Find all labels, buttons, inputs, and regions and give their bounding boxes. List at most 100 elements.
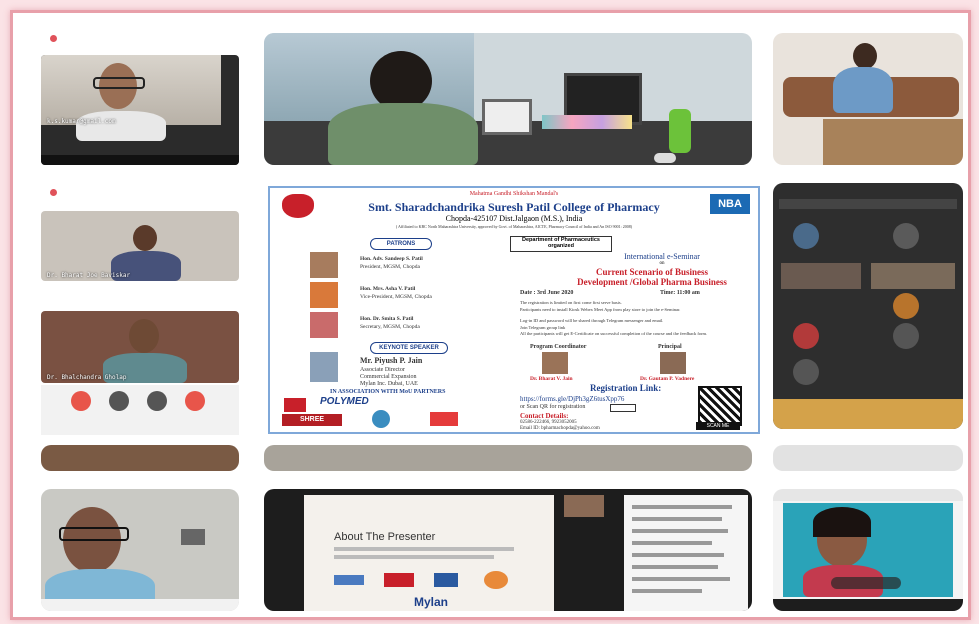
hair [813, 507, 871, 537]
coordinator-photo [542, 352, 568, 374]
photo-man-on-sofa [773, 33, 963, 165]
partner-logo-bird [430, 412, 458, 426]
end-call-button[interactable] [185, 391, 205, 411]
seminar-type: International e-Seminar [624, 252, 700, 261]
participant-head [129, 319, 159, 353]
gallery-video-2 [871, 263, 955, 289]
partner-logo-r [284, 398, 306, 412]
gallery-toolbar [779, 199, 957, 209]
poster-address: Chopda-425107 Dist.Jalgaon (M.S.), India [445, 214, 583, 223]
participant-3-label: Dr. Bhalchandra Gholap [47, 374, 127, 381]
person-body [833, 67, 893, 113]
patron-3-role: Secretary, MGSM, Chopda [360, 324, 420, 330]
photo-man-at-desk [264, 33, 752, 165]
poster-right-column: Department of Pharmaceutics organized In… [510, 236, 754, 432]
seminar-time: Time: 11:00 am [660, 290, 700, 296]
strip-3 [773, 445, 963, 471]
poster-left-column: PATRONS Hon. Adv. Sandeep S. Patil Presi… [282, 236, 500, 432]
green-bottle [669, 109, 691, 153]
list-line-3 [632, 529, 728, 533]
association-label: IN ASSOCIATION WITH MoU PARTNERS [330, 389, 446, 395]
gallery-video-1 [781, 263, 861, 289]
bullet-1: The registration is limited on first com… [520, 300, 622, 305]
slide-logo-4 [484, 571, 508, 589]
participant-2-label: Dr. Bharat Joe Baviskar [47, 272, 131, 279]
list-line-8 [632, 589, 702, 593]
avatar-ab [893, 293, 919, 319]
tablet [482, 99, 532, 135]
avatar-n [793, 223, 819, 249]
scan-me-label: SCAN ME [696, 422, 740, 430]
video-gallery-tile [773, 183, 963, 429]
camera-button[interactable] [109, 391, 129, 411]
poster-college-name: Smt. Sharadchandrika Suresh Patil Colleg… [368, 200, 660, 214]
slide-logo-2 [384, 573, 414, 587]
coordinator-name: Dr. Bharat V. Jain [530, 376, 573, 382]
patron-3-name: Hon. Dr. Smita S. Patil [360, 316, 414, 322]
partner-logo-shree: SHREE [282, 414, 342, 426]
video-tile-participant-1: k.s.kumar@gmail.com [41, 55, 239, 165]
qr-code-icon [698, 386, 742, 426]
arrow-right-icon [610, 404, 636, 412]
photo-presentation-screen: About The Presenter Mylan [264, 489, 752, 611]
participant-head [133, 225, 157, 251]
video-tile-participant-2: Dr. Bharat Joe Baviskar [41, 211, 239, 281]
record-dot-icon [50, 35, 57, 42]
mute-button[interactable] [71, 391, 91, 411]
tile-taskbar [773, 599, 963, 611]
tile-bottom-bar [41, 155, 239, 165]
avatar-bm [893, 323, 919, 349]
patron-1-role: President, MGSM, Chopda [360, 264, 420, 270]
patron-photo-3 [310, 312, 338, 338]
patron-1-name: Hon. Adv. Sandeep S. Patil [360, 256, 423, 262]
slide-logo-1 [334, 575, 364, 585]
contact-email: Email ID: bpharmachopda@yahoo.com [520, 426, 600, 431]
list-line-7 [632, 577, 730, 581]
bullet-3: Log-in ID and password will be shared th… [520, 318, 664, 323]
speaker-role-1: Associate Director [360, 367, 405, 373]
ceiling-fan [181, 529, 205, 545]
avatar-7 [793, 359, 819, 385]
video-tile-participant-3: Dr. Bhalchandra Gholap [41, 311, 239, 383]
meeting-controls[interactable] [831, 577, 901, 589]
table [823, 119, 963, 165]
patrons-heading: PATRONS [370, 238, 432, 250]
speaker-role-2: Commercial Expansion [360, 374, 417, 380]
poster-header-small: Mahatma Gandhi Shikshan Mandal's [469, 191, 559, 197]
bullet-4: Join Telegram group link [520, 325, 566, 330]
participant-body [76, 111, 166, 141]
slide-text-line-2 [334, 555, 494, 559]
person-head [853, 43, 877, 69]
participant-1-label: k.s.kumar@gmail.com [47, 118, 116, 125]
participant-list-panel [624, 495, 748, 611]
seminar-title-1: Current Scenario of Business [595, 267, 709, 277]
contact-heading: Contact Details: [520, 412, 569, 420]
more-button[interactable] [147, 391, 167, 411]
speaker-heading: KEYNOTE SPEAKER [370, 342, 448, 354]
video-tile-participant-5 [773, 489, 963, 611]
strip-2 [264, 445, 752, 471]
glasses-icon [93, 77, 145, 89]
qr-instruction: or Scan QR for registration [520, 404, 586, 410]
colorful-boxes [542, 115, 632, 129]
partner-logo-circle [372, 410, 390, 428]
bullet-2: Participants need to install Kiosk Webex… [520, 307, 681, 312]
registration-link[interactable]: https://forms.gle/DjPh3gZ6tusXpp76 [520, 395, 624, 403]
speaker-photo [310, 352, 338, 382]
slide-logo-3 [434, 573, 458, 587]
list-line-5 [632, 553, 724, 557]
strip-1 [41, 445, 239, 471]
principal-name: Dr. Gautam P. Vadnere [640, 376, 695, 382]
partner-logo-polymed: POLYMED [320, 396, 369, 407]
seminar-title-2: Development /Global Pharma Business [577, 277, 727, 287]
call-controls [41, 385, 239, 435]
list-line-2 [632, 517, 722, 521]
list-line-1 [632, 505, 732, 509]
gallery-bottom-strip [773, 399, 963, 429]
list-line-4 [632, 541, 712, 545]
slide-area: About The Presenter Mylan [304, 495, 554, 611]
patron-2-role: Vice-President, MGSM, Chopda [360, 294, 432, 300]
person-head [370, 51, 432, 111]
speaker-name: Mr. Piyush P. Jain [360, 356, 423, 365]
contact-phone: 02586-222466, 9923052005 [520, 420, 577, 425]
